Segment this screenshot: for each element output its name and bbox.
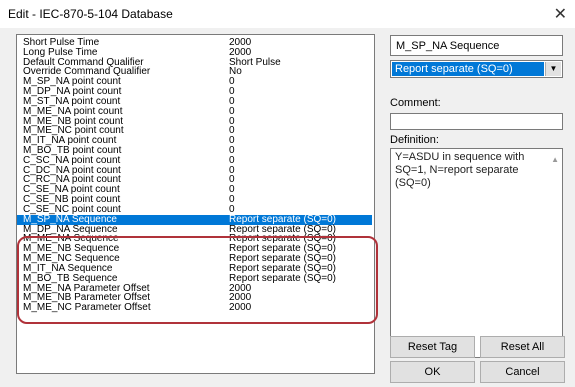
- cancel-button[interactable]: Cancel: [480, 361, 565, 383]
- list-item-value: 2000: [229, 302, 252, 314]
- scroll-up-icon[interactable]: ▲: [551, 153, 559, 166]
- ok-button[interactable]: OK: [390, 361, 475, 383]
- reset-all-button[interactable]: Reset All: [480, 336, 565, 358]
- title-bar: Edit - IEC-870-5-104 Database ✕: [0, 0, 575, 28]
- close-icon[interactable]: ✕: [554, 4, 567, 24]
- parameter-list[interactable]: Short Pulse Time 2000 Long Pulse Time 2000 D…: [16, 34, 375, 374]
- comment-input[interactable]: [390, 113, 563, 130]
- parameter-name-field: M_SP_NA Sequence: [390, 35, 563, 56]
- value-select[interactable]: Report separate (SQ=0) ▼: [390, 60, 563, 78]
- definition-text: Y=ASDU in sequence with SQ=1, N=report s…: [395, 151, 525, 189]
- list-item[interactable]: M_ME_NC Parameter Offset 2000: [17, 303, 372, 313]
- definition-label: Definition:: [390, 134, 439, 146]
- list-item[interactable]: M_BO_TB Sequence Report separate (SQ=0): [17, 273, 372, 284]
- window-title: Edit - IEC-870-5-104 Database: [8, 7, 173, 21]
- comment-label: Comment:: [390, 97, 441, 109]
- definition-text-area: Y=ASDU in sequence with SQ=1, N=report s…: [390, 148, 563, 358]
- chevron-down-icon[interactable]: ▼: [545, 62, 561, 76]
- reset-tag-button[interactable]: Reset Tag: [390, 336, 475, 358]
- list-item-name: M_ME_NC Parameter Offset: [23, 302, 151, 314]
- value-select-current: Report separate (SQ=0): [392, 62, 544, 76]
